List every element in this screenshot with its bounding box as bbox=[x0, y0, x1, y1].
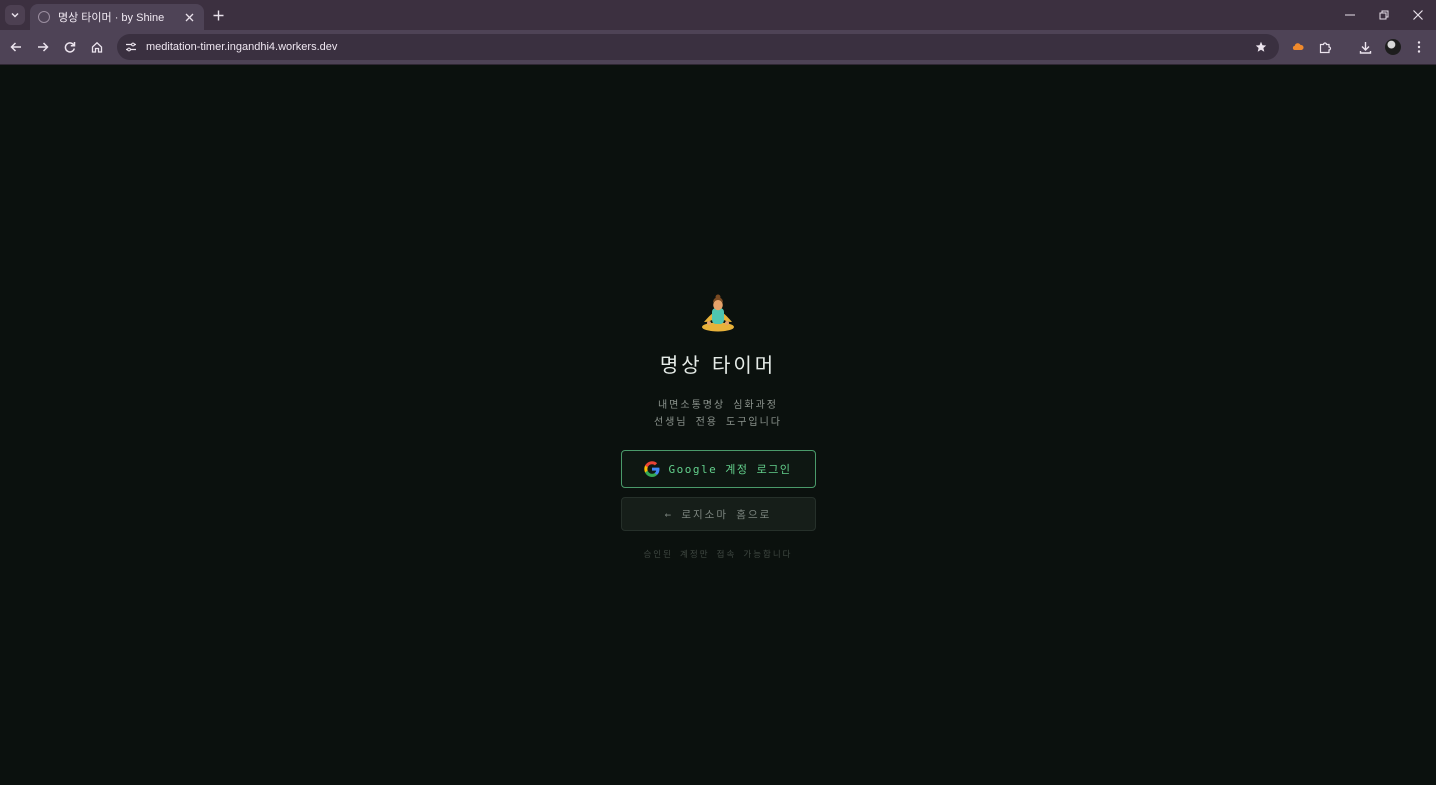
back-button[interactable] bbox=[5, 36, 27, 58]
meditation-person-icon bbox=[702, 294, 734, 332]
google-icon bbox=[644, 461, 660, 477]
forward-button[interactable] bbox=[32, 36, 54, 58]
plus-icon bbox=[213, 10, 223, 20]
close-icon bbox=[1413, 10, 1423, 20]
site-settings-icon[interactable] bbox=[119, 35, 143, 59]
tab-strip: 명상 타이머 · by Shine bbox=[0, 0, 1436, 30]
restore-button[interactable] bbox=[1367, 0, 1401, 30]
back-to-home-button[interactable]: ← 로지소마 홈으로 bbox=[620, 497, 816, 531]
description-line-1: 내면소통명상 심화과정 bbox=[657, 400, 778, 411]
reload-icon bbox=[64, 42, 76, 53]
extensions-menu-button[interactable] bbox=[1314, 36, 1336, 58]
page-title: 명상 타이머 bbox=[659, 353, 777, 377]
browser-menu-button[interactable] bbox=[1408, 36, 1430, 58]
browser-toolbar: meditation-timer.ingandhi4.workers.dev bbox=[0, 30, 1436, 65]
chevron-down-icon bbox=[11, 12, 19, 18]
extension-button[interactable] bbox=[1287, 36, 1309, 58]
downloads-button[interactable] bbox=[1354, 36, 1376, 58]
login-card: 명상 타이머 내면소통명상 심화과정 선생님 전용 도구입니다 Google 계… bbox=[618, 293, 818, 560]
bookmark-star-icon[interactable] bbox=[1250, 36, 1272, 58]
minimize-icon bbox=[1345, 14, 1355, 16]
tab-favicon-icon bbox=[38, 11, 50, 23]
description-line-2: 선생님 전용 도구입니다 bbox=[653, 417, 783, 428]
google-login-label: Google 계정 로그인 bbox=[668, 463, 792, 476]
tab-close-icon[interactable] bbox=[182, 10, 196, 24]
profile-avatar[interactable] bbox=[1385, 39, 1401, 55]
page-viewport: 명상 타이머 내면소통명상 심화과정 선생님 전용 도구입니다 Google 계… bbox=[0, 65, 1436, 785]
tab-title: 명상 타이머 · by Shine bbox=[58, 12, 165, 24]
minimize-button[interactable] bbox=[1333, 0, 1367, 30]
download-icon bbox=[1359, 41, 1371, 54]
description: 내면소통명상 심화과정 선생님 전용 도구입니다 bbox=[654, 397, 782, 431]
access-note: 승인된 계정만 접속 가능합니다 bbox=[643, 550, 793, 560]
new-tab-button[interactable] bbox=[208, 5, 228, 25]
address-bar[interactable]: meditation-timer.ingandhi4.workers.dev bbox=[117, 34, 1279, 60]
puzzle-icon bbox=[1319, 41, 1331, 53]
home-icon bbox=[91, 41, 103, 53]
back-to-home-label: ← 로지소마 홈으로 bbox=[664, 508, 772, 521]
kebab-menu-icon bbox=[1417, 41, 1421, 53]
cloud-extension-icon bbox=[1292, 43, 1304, 50]
arrow-left-icon bbox=[10, 42, 21, 52]
reload-button[interactable] bbox=[59, 36, 81, 58]
url-text[interactable]: meditation-timer.ingandhi4.workers.dev bbox=[146, 41, 1250, 53]
close-window-button[interactable] bbox=[1401, 0, 1435, 30]
active-tab[interactable]: 명상 타이머 · by Shine bbox=[30, 4, 204, 30]
restore-icon bbox=[1379, 10, 1389, 20]
google-login-button[interactable]: Google 계정 로그인 bbox=[620, 450, 816, 488]
home-button[interactable] bbox=[86, 36, 108, 58]
tab-search-button[interactable] bbox=[5, 5, 25, 25]
arrow-right-icon bbox=[38, 42, 49, 52]
